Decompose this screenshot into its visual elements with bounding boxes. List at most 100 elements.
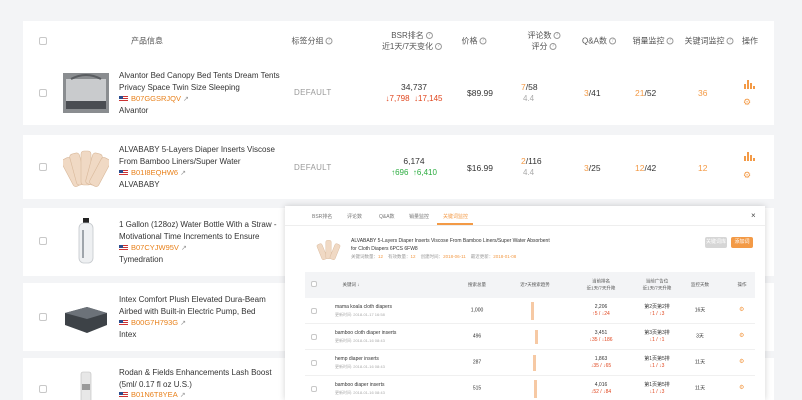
tab-sales[interactable]: 销量监控 bbox=[409, 213, 429, 220]
keyword-text[interactable]: hemp diaper inserts bbox=[335, 356, 379, 362]
help-icon: ? bbox=[553, 32, 561, 40]
ad-position: 第1页第5排 ↓1 / ↓3 bbox=[644, 355, 670, 369]
table-row: ALVABABY 5-Layers Diaper Inserts Viscose… bbox=[23, 135, 774, 199]
search-trend-sparkline bbox=[533, 355, 536, 371]
current-rank: 3,451 ↓35 / ↓186 bbox=[589, 329, 613, 343]
tab-keyword[interactable]: 关键词监控 bbox=[443, 213, 468, 220]
table-row: bamboo diaper inserts 更新时间: 2018-01-16 0… bbox=[305, 376, 755, 400]
table-row: mama koala cloth diapers 更新时间: 2018-01-1… bbox=[305, 298, 755, 324]
ad-position: 第3页第3排 ↓1 / ↑1 bbox=[644, 329, 670, 343]
keyword-monitor[interactable]: 36 bbox=[698, 88, 707, 98]
update-time: 更新时间: 2018-01-16 08:43 bbox=[335, 338, 385, 343]
keyword-text[interactable]: mama koala cloth diapers bbox=[335, 304, 392, 310]
col-current-rank[interactable]: 当前排名 近1天/7天升降 bbox=[587, 279, 616, 292]
current-rank: 2,206 ↑5 / ↓24 bbox=[592, 303, 610, 317]
product-title[interactable]: Intex Comfort Plush Elevated Dura-Beam A… bbox=[119, 294, 289, 317]
product-thumbnail bbox=[63, 150, 109, 187]
product-title[interactable]: Rodan & Fields Enhancements Lash Boost (… bbox=[119, 367, 289, 390]
product-brand: Tymedration bbox=[119, 255, 164, 264]
review-count[interactable]: 2/116 bbox=[521, 156, 542, 166]
popup-tabs: BSR排名 评论数 Q&A数 销量监控 关键词监控 × bbox=[285, 206, 765, 226]
col-keyword[interactable]: 关键词监控? bbox=[685, 36, 734, 47]
row-checkbox[interactable] bbox=[39, 89, 47, 97]
review-count[interactable]: 7/58 bbox=[521, 82, 538, 92]
row-checkbox[interactable] bbox=[311, 308, 317, 314]
help-icon: ? bbox=[435, 43, 443, 51]
us-flag-icon bbox=[119, 96, 128, 103]
row-checkbox[interactable] bbox=[39, 163, 47, 171]
col-keyword[interactable]: 关键词 ↓ bbox=[343, 282, 360, 289]
ad-position: 第1页第5排 ↓1 / ↓3 bbox=[644, 381, 670, 395]
search-trend-sparkline bbox=[535, 330, 538, 344]
tag-group[interactable]: DEFAULT bbox=[294, 88, 332, 97]
keyword-text[interactable]: bamboo diaper inserts bbox=[335, 382, 384, 388]
row-checkbox[interactable] bbox=[39, 237, 47, 245]
keyword-monitor[interactable]: 12 bbox=[698, 163, 707, 173]
select-all-checkbox[interactable] bbox=[39, 37, 47, 45]
col-product: 产品信息 bbox=[131, 36, 163, 46]
col-bsr[interactable]: BSR排名? 近1天/7天变化? bbox=[382, 30, 443, 52]
keyword-text[interactable]: bamboo cloth diaper inserts bbox=[335, 330, 396, 336]
bsr-change: ↑696 ↑6,410 bbox=[391, 168, 437, 177]
row-checkbox[interactable] bbox=[311, 334, 317, 340]
select-all-checkbox[interactable] bbox=[311, 281, 317, 287]
gear-icon[interactable]: ⚙ bbox=[743, 170, 755, 180]
qa-count[interactable]: 3/25 bbox=[584, 163, 601, 173]
asin-link[interactable]: B01I8EQHW6 ↗ bbox=[119, 168, 186, 177]
product-title[interactable]: Alvantor Bed Canopy Bed Tents Dream Tent… bbox=[119, 70, 289, 93]
gear-icon[interactable]: ⚙ bbox=[739, 384, 744, 391]
col-qa[interactable]: Q&A数? bbox=[582, 36, 616, 47]
col-ops: 操作 bbox=[737, 281, 747, 287]
help-icon: ? bbox=[479, 37, 487, 45]
col-tag[interactable]: 标签分组? bbox=[292, 36, 333, 47]
add-keyword-button[interactable]: 添加词 bbox=[731, 237, 753, 248]
sales-monitor[interactable]: 12/42 bbox=[635, 163, 656, 173]
row-checkbox[interactable] bbox=[311, 386, 317, 392]
keyword-library-button[interactable]: 关键词库 bbox=[705, 237, 727, 248]
gear-icon[interactable]: ⚙ bbox=[739, 332, 744, 339]
gear-icon[interactable]: ⚙ bbox=[743, 97, 755, 107]
row-checkbox[interactable] bbox=[39, 385, 47, 393]
col-search-volume[interactable]: 搜索总量 bbox=[468, 282, 486, 289]
current-rank: 1,863 ↓35 / ↓65 bbox=[590, 355, 612, 369]
update-time: 更新时间: 2018-01-16 08:43 bbox=[335, 364, 385, 369]
bar-chart-icon[interactable] bbox=[743, 79, 755, 89]
row-checkbox[interactable] bbox=[311, 360, 317, 366]
tab-bsr[interactable]: BSR排名 bbox=[312, 213, 332, 220]
price: $16.99 bbox=[467, 163, 493, 173]
help-icon: ? bbox=[608, 37, 616, 45]
rating: 4.4 bbox=[523, 168, 535, 177]
asin-link[interactable]: B00G7H793G ↗ bbox=[119, 318, 186, 327]
product-title[interactable]: 1 Gallon (128oz) Water Bottle With a Str… bbox=[119, 219, 289, 242]
search-volume: 1,000 bbox=[470, 307, 484, 313]
search-volume: 515 bbox=[472, 385, 482, 391]
sales-monitor[interactable]: 21/52 bbox=[635, 88, 656, 98]
search-trend-sparkline bbox=[531, 302, 534, 320]
product-thumbnail bbox=[78, 218, 94, 264]
tag-group[interactable]: DEFAULT bbox=[294, 163, 332, 172]
tab-reviews[interactable]: 评论数 bbox=[347, 213, 362, 220]
product-thumbnail bbox=[65, 307, 107, 333]
asin-link[interactable]: B07CYJW95V ↗ bbox=[119, 243, 187, 252]
gear-icon[interactable]: ⚙ bbox=[739, 358, 744, 365]
col-reviews[interactable]: 评论数? 评分? bbox=[528, 30, 561, 52]
product-title[interactable]: ALVABABY 5-Layers Diaper Inserts Viscose… bbox=[119, 144, 289, 167]
col-monitor-days[interactable]: 监控天数 bbox=[691, 282, 709, 289]
row-checkbox[interactable] bbox=[39, 313, 47, 321]
col-ad-position[interactable]: 当前广告位 近1天/7天升降 bbox=[643, 279, 672, 292]
bar-chart-icon[interactable] bbox=[743, 151, 755, 161]
gear-icon[interactable]: ⚙ bbox=[739, 306, 744, 313]
tab-qa[interactable]: Q&A数 bbox=[379, 213, 395, 220]
col-sales[interactable]: 销量监控? bbox=[633, 36, 674, 47]
close-icon[interactable]: × bbox=[751, 211, 756, 220]
table-row: bamboo cloth diaper inserts 更新时间: 2018-0… bbox=[305, 324, 755, 350]
update-time: 更新时间: 2018-01-16 08:43 bbox=[335, 390, 385, 395]
qa-count[interactable]: 3/41 bbox=[584, 88, 601, 98]
popup-table-header: 关键词 ↓ 搜索总量 近7天搜索趋势 当前排名 近1天/7天升降 当前广告位 近1天… bbox=[305, 272, 755, 298]
product-thumbnail bbox=[316, 240, 341, 260]
col-ops: 操作 bbox=[742, 36, 758, 46]
asin-link[interactable]: B07GGSRJQV ↗ bbox=[119, 94, 189, 103]
active-tab-underline bbox=[437, 223, 473, 225]
col-price[interactable]: 价格? bbox=[462, 36, 487, 47]
asin-link[interactable]: B01N6T8YEA ↗ bbox=[119, 390, 186, 399]
